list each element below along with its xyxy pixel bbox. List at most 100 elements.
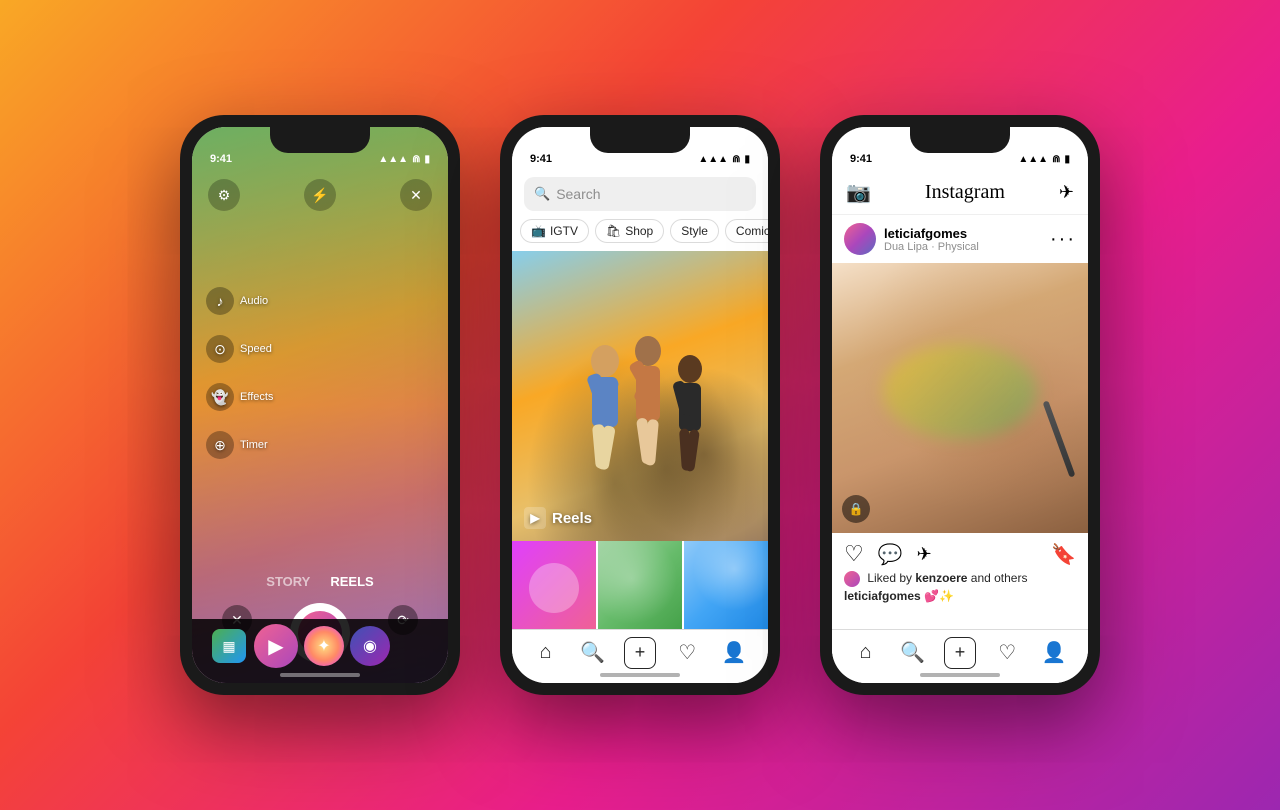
comment-button[interactable]: 💬	[878, 542, 903, 567]
nav-activity-btn3[interactable]: ♡	[989, 635, 1025, 671]
dancers-svg	[540, 281, 740, 541]
battery-icon2: ▮	[744, 154, 750, 165]
wifi-icon: ⋒	[412, 154, 420, 165]
notch	[270, 127, 370, 153]
shop-icon: 🛍	[606, 224, 621, 238]
shop-label: Shop	[625, 224, 653, 238]
username[interactable]: leticiafgomes	[884, 226, 979, 241]
timer-icon: ⊕	[206, 431, 234, 459]
camera-mode-row: STORY REELS	[192, 574, 448, 589]
gallery-icon: ▦	[222, 638, 235, 655]
flash-icon[interactable]: ⚡	[304, 179, 336, 211]
likes-text: Liked by kenzoere and others	[867, 571, 1027, 585]
nav-profile-btn3[interactable]: 👤	[1036, 635, 1072, 671]
nav-add-btn[interactable]: +	[622, 635, 658, 671]
feed-content: 📷 Instagram ✈ leticiafgomes Dua Lipa · P…	[832, 127, 1088, 683]
battery-icon: ▮	[424, 154, 430, 165]
speed-label: Speed	[240, 343, 272, 355]
grid-cell-3[interactable]	[684, 541, 768, 629]
time-phone1: 9:41	[210, 153, 232, 165]
igtv-label: IGTV	[550, 224, 578, 238]
add-icon3: +	[944, 637, 976, 669]
phone-camera: 9:41 ▲▲▲ ⋒ ▮ ⚙ ⚡ ✕ ♪	[180, 115, 460, 695]
story-mode[interactable]: STORY	[266, 574, 310, 589]
send-header-icon[interactable]: ✈	[1059, 182, 1074, 203]
effects-label: Effects	[240, 391, 273, 403]
grid-cell-2[interactable]	[598, 541, 682, 629]
reel-icon: ▶	[268, 634, 283, 659]
close-camera-icon[interactable]: ✕	[400, 179, 432, 211]
share-button[interactable]: ✈	[917, 544, 932, 565]
timer-label: Timer	[240, 439, 268, 451]
face-icon: ◉	[363, 636, 377, 656]
status-icons-phone2: ▲▲▲ ⋒ ▮	[698, 154, 750, 165]
notch-phone2	[590, 127, 690, 153]
feed-header: 📷 Instagram ✈	[832, 171, 1088, 215]
search-bar[interactable]: 🔍 Search	[524, 177, 756, 211]
cat-style[interactable]: Style	[670, 219, 719, 243]
avatar[interactable]	[844, 223, 876, 255]
speed-control[interactable]: ⊙ Speed	[206, 335, 273, 363]
ghost-icon: 👻	[206, 383, 234, 411]
cat-comics[interactable]: Comics	[725, 219, 768, 243]
camera-header-icon[interactable]: 📷	[846, 180, 871, 205]
more-options-button[interactable]: ···	[1050, 228, 1076, 251]
home-indicator-phone1	[280, 673, 360, 677]
phone-search: 9:41 ▲▲▲ ⋒ ▮ 🔍 Search 📺 IGTV 🛍	[500, 115, 780, 695]
save-button[interactable]: 🔖	[1051, 542, 1076, 567]
nav-home-btn3[interactable]: ⌂	[848, 635, 884, 671]
eye-glitter-effect	[883, 344, 1037, 439]
wifi-icon3: ⋒	[1052, 154, 1060, 165]
lock-icon: 🔒	[842, 495, 870, 523]
nav-add-btn3[interactable]: +	[942, 635, 978, 671]
category-tabs: 📺 IGTV 🛍 Shop Style Comics 🎬 TV & Movies	[512, 219, 768, 251]
liker-avatar	[844, 571, 860, 587]
reels-mode[interactable]: REELS	[330, 574, 373, 589]
grid-cell-1[interactable]	[512, 541, 596, 629]
glitter-icon: ✦	[317, 636, 330, 656]
cat-shop[interactable]: 🛍 Shop	[595, 219, 664, 243]
search-magnifier-icon: 🔍	[534, 186, 550, 202]
reels-label: ▶ Reels	[524, 507, 592, 529]
phone-feed: 9:41 ▲▲▲ ⋒ ▮ 📷 Instagram ✈ leticiafgomes	[820, 115, 1100, 695]
settings-icon[interactable]: ⚙	[208, 179, 240, 211]
wifi-icon2: ⋒	[732, 154, 740, 165]
home-indicator-phone3	[920, 673, 1000, 677]
nav-profile-btn[interactable]: 👤	[716, 635, 752, 671]
nav-search-btn3[interactable]: 🔍	[895, 635, 931, 671]
battery-icon3: ▮	[1064, 154, 1070, 165]
timer-control[interactable]: ⊕ Timer	[206, 431, 273, 459]
signal-icon: ▲▲▲	[378, 154, 408, 165]
liker-name[interactable]: kenzoere	[915, 571, 967, 585]
caption-username[interactable]: leticiafgomes	[844, 589, 921, 603]
audio-control[interactable]: ♪ Audio	[206, 287, 273, 315]
post-actions-left: ♡ 💬 ✈	[844, 541, 932, 567]
post-image: 🔒	[832, 263, 1088, 533]
gallery-button[interactable]: ▦	[212, 629, 246, 663]
extra-btn-3[interactable]: ◉	[350, 626, 390, 666]
notch-phone3	[910, 127, 1010, 153]
effects-control[interactable]: 👻 Effects	[206, 383, 273, 411]
cat-igtv[interactable]: 📺 IGTV	[520, 219, 589, 243]
comics-label: Comics	[736, 224, 768, 238]
extra-btn-2[interactable]: ✦	[304, 626, 344, 666]
caption-text: 💕✨	[924, 589, 954, 603]
status-icons-phone3: ▲▲▲ ⋒ ▮	[1018, 154, 1070, 165]
home-indicator-phone2	[600, 673, 680, 677]
reels-featured-block: ▶ Reels	[512, 251, 768, 629]
like-button[interactable]: ♡	[844, 541, 864, 567]
nav-home-btn[interactable]: ⌂	[528, 635, 564, 671]
speed-icon: ⊙	[206, 335, 234, 363]
style-label: Style	[681, 224, 708, 238]
nav-center: ▶ ✦ ◉	[254, 624, 390, 668]
post-subtitle: Dua Lipa · Physical	[884, 241, 979, 253]
extra-btn-1[interactable]: ▶	[254, 624, 298, 668]
nav-activity-btn[interactable]: ♡	[669, 635, 705, 671]
music-icon: ♪	[206, 287, 234, 315]
igtv-icon: 📺	[531, 224, 546, 238]
camera-top-controls: ⚙ ⚡ ✕	[192, 179, 448, 211]
nav-search-btn[interactable]: 🔍	[575, 635, 611, 671]
search-content: 🔍 Search 📺 IGTV 🛍 Shop Style Comics	[512, 127, 768, 683]
reels-hero-image: ▶ Reels	[512, 251, 768, 541]
reels-badge-icon: ▶	[524, 507, 546, 529]
